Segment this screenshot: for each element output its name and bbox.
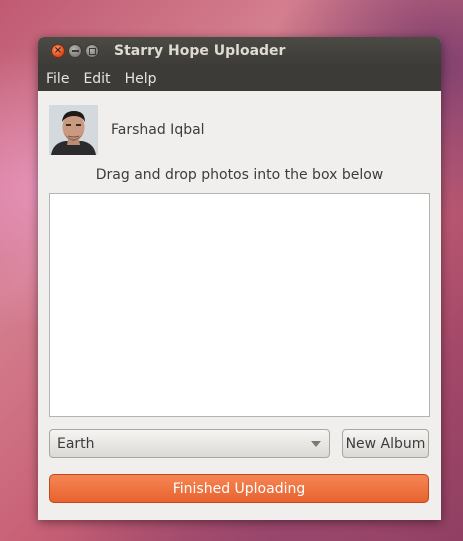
new-album-button[interactable]: New Album [342, 429, 429, 458]
album-select[interactable]: Earth [49, 429, 330, 458]
uploader-window: × Starry Hope Uploader File Edit Help Fa… [38, 37, 441, 520]
minimize-icon[interactable] [68, 44, 82, 58]
photo-drop-zone[interactable] [49, 193, 430, 417]
avatar [49, 105, 98, 155]
user-info: Farshad Iqbal [49, 105, 429, 157]
menu-help[interactable]: Help [125, 71, 157, 87]
finished-uploading-button[interactable]: Finished Uploading [49, 474, 429, 503]
window-title: Starry Hope Uploader [114, 43, 286, 59]
close-icon[interactable]: × [51, 44, 65, 58]
title-bar[interactable]: × Starry Hope Uploader [38, 37, 441, 67]
user-name: Farshad Iqbal [111, 122, 205, 138]
user-photo-icon [49, 105, 98, 155]
drop-instruction: Drag and drop photos into the box below [95, 167, 384, 183]
menu-file[interactable]: File [46, 71, 69, 87]
menu-bar: File Edit Help [38, 67, 441, 91]
menu-edit[interactable]: Edit [83, 71, 110, 87]
maximize-icon[interactable] [85, 44, 99, 58]
album-selected-value: Earth [57, 435, 95, 452]
chevron-down-icon [311, 441, 321, 447]
